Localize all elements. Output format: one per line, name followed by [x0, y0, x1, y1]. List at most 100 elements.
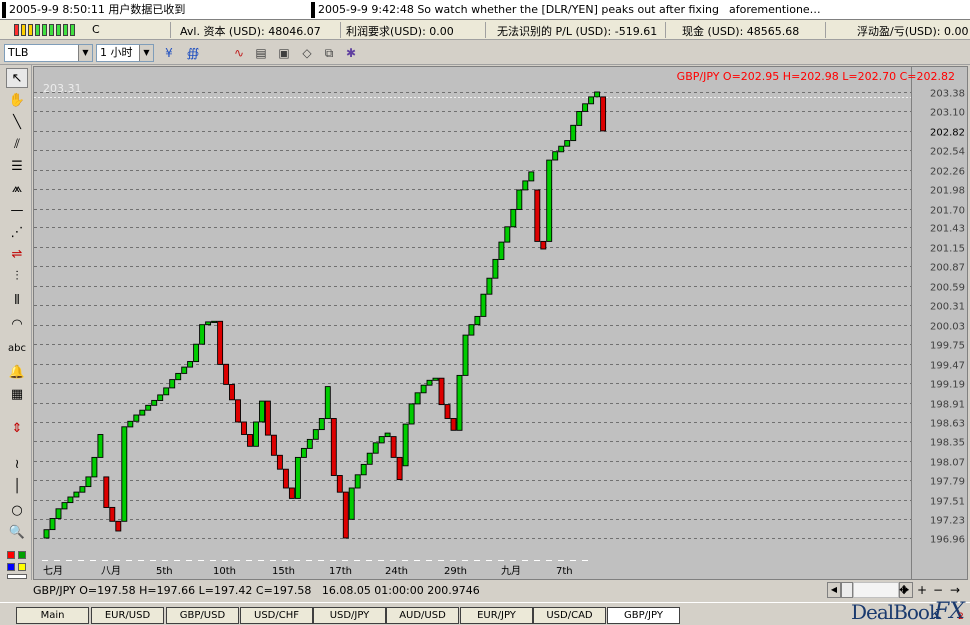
cursor-icon[interactable]: ↖: [6, 68, 28, 88]
calculator-icon[interactable]: ▦: [6, 385, 28, 405]
print-icon[interactable]: ▣: [275, 45, 293, 61]
arc-icon[interactable]: ◠: [6, 315, 28, 335]
settings-icon[interactable]: ✱: [342, 45, 360, 61]
up-line-bar: [570, 124, 577, 142]
up-line-bar: [408, 403, 415, 425]
chart-canvas[interactable]: 203.38 203.10 202.82 202.54 202.26 201.98 201.…: [34, 67, 967, 579]
up-line-bar: [468, 324, 475, 336]
chart-info-bar: GBP/JPY O=197.58 H=197.66 L=197.42 C=197…: [33, 582, 968, 600]
gann-fan-icon[interactable]: ⋰: [6, 223, 28, 243]
color-swatch-green[interactable]: [18, 551, 26, 559]
zoom-out-icon[interactable]: −: [931, 583, 945, 597]
chart-type-select[interactable]: TLB ▼: [4, 44, 93, 62]
available-capital: Avl. 资本 (USD): 48046.07: [180, 25, 321, 38]
circle-icon[interactable]: ○: [6, 501, 28, 521]
up-line-bar: [67, 496, 74, 504]
up-line-bar: [145, 404, 152, 411]
crosshair-icon[interactable]: ✥: [897, 583, 911, 597]
arrow-mark-icon[interactable]: ⇌: [6, 245, 28, 265]
indicator-icon[interactable]: ∰: [184, 45, 202, 61]
color-swatch-red[interactable]: [7, 551, 15, 559]
scroll-left-icon[interactable]: ◀: [827, 582, 841, 598]
chart-scrollbar[interactable]: ◀ ▶: [827, 582, 927, 598]
up-line-bar: [498, 241, 505, 260]
up-line-bar: [181, 366, 188, 374]
alert-bell-icon[interactable]: 🔔: [6, 363, 28, 383]
fibonacci-icon[interactable]: ☰: [6, 157, 28, 177]
wave-icon[interactable]: ≀: [6, 455, 28, 475]
up-line-bar: [564, 140, 571, 147]
date-tick-label: 15th: [272, 566, 295, 577]
period-select[interactable]: 1 小时 ▼: [96, 44, 154, 62]
tab-usd-cad[interactable]: USD/CAD: [533, 607, 606, 624]
chevron-down-icon[interactable]: ▼: [78, 45, 92, 61]
zoom-icon[interactable]: 🔍: [6, 523, 28, 543]
up-line-bar: [456, 374, 463, 431]
up-line-bar: [253, 421, 259, 447]
tab-main[interactable]: Main: [16, 607, 89, 624]
down-line-bar: [217, 320, 224, 365]
up-down-arrow-icon[interactable]: ⇕: [6, 419, 28, 439]
price-chart[interactable]: 203.38 203.10 202.82 202.54 202.26 201.98 201.…: [33, 66, 968, 580]
tab-eur-usd[interactable]: EUR/USD: [91, 607, 164, 624]
zoom-in-icon[interactable]: +: [915, 583, 929, 597]
horizontal-line-icon[interactable]: —: [6, 201, 28, 221]
scroll-track[interactable]: [853, 582, 899, 598]
cursor-time-price: 16.08.05 01:00:00 200.9746: [321, 584, 480, 597]
vertical-line-icon[interactable]: │: [6, 477, 28, 497]
price-tick-label: 200.59: [930, 283, 965, 294]
date-tick-label: 24th: [385, 566, 408, 577]
period-value: 1 小时: [100, 46, 133, 59]
line-icon[interactable]: ╲: [6, 113, 28, 133]
ticker-message[interactable]: 2005-9-9 8:50:11 用户数据已收到: [9, 2, 309, 18]
tab-usd-chf[interactable]: USD/CHF: [240, 607, 313, 624]
color-swatch-yellow[interactable]: [18, 563, 26, 571]
up-line-bar: [175, 372, 182, 381]
up-line-bar: [73, 491, 80, 498]
down-line-bar: [223, 363, 230, 385]
ticker-news[interactable]: 2005-9-9 9:42:48 So watch whether the [D…: [318, 2, 718, 18]
price-tick-label: 201.70: [930, 206, 965, 217]
up-line-bar: [312, 429, 319, 440]
tab-gbp-usd[interactable]: GBP/USD: [166, 607, 239, 624]
tab-eur-jpy[interactable]: EUR/JPY: [460, 607, 533, 624]
copy-icon[interactable]: ⧉: [320, 45, 338, 61]
arrow-right-icon[interactable]: →: [948, 583, 962, 597]
eraser-icon[interactable]: ◇: [298, 45, 316, 61]
price-tick-label: 202.82: [930, 128, 965, 139]
hand-icon[interactable]: ✋: [6, 91, 28, 111]
down-line-bar: [540, 240, 547, 250]
down-line-bar: [600, 96, 607, 132]
tab-gbp-jpy[interactable]: GBP/JPY: [607, 607, 680, 624]
date-tick-label: 5th: [156, 566, 173, 577]
date-tick-label: 29th: [444, 566, 467, 577]
cycle-lines-icon[interactable]: ⦀: [6, 291, 28, 311]
scroll-thumb[interactable]: [841, 582, 853, 598]
parallel-lines-icon[interactable]: ⫽: [6, 135, 28, 155]
up-line-bar: [558, 145, 565, 153]
color-swatch-blue[interactable]: [7, 563, 15, 571]
regression-icon[interactable]: ⫶: [6, 267, 28, 287]
tab-usd-jpy[interactable]: USD/JPY: [313, 607, 386, 624]
up-line-bar: [354, 474, 361, 489]
up-line-bar: [414, 392, 421, 405]
color-swatch-white[interactable]: [7, 574, 27, 579]
date-tick-label: 七月: [43, 565, 63, 577]
date-tick-label: 10th: [213, 566, 236, 577]
new-chart-icon[interactable]: ¥: [160, 45, 178, 61]
template-icon[interactable]: ▤: [252, 45, 270, 61]
up-line-bar: [594, 91, 601, 98]
price-tick-label: 198.63: [930, 419, 965, 430]
up-line-bar: [486, 277, 493, 295]
study-icon[interactable]: ∿: [230, 45, 248, 61]
floating-pl: 浮动盈/亏(USD): 0.00: [857, 25, 969, 38]
price-tick-label: 200.31: [930, 302, 965, 313]
fan-icon[interactable]: ⩕: [6, 179, 28, 199]
up-line-bar: [492, 258, 499, 279]
price-tick-label: 200.03: [930, 322, 965, 333]
text-icon[interactable]: abc: [6, 339, 28, 359]
tab-aud-usd[interactable]: AUD/USD: [386, 607, 459, 624]
chevron-down-icon[interactable]: ▼: [139, 45, 153, 61]
ticker-news-continued[interactable]: aforementione…: [729, 2, 965, 18]
price-tick-label: 203.10: [930, 108, 965, 119]
